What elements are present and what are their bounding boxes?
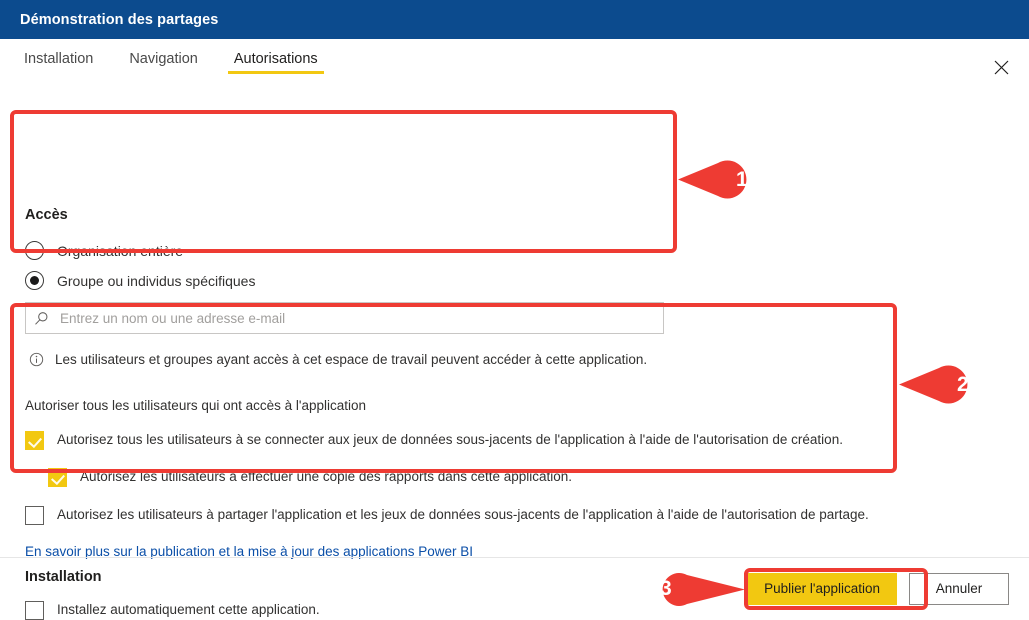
annotation-number-2: 2 (957, 373, 969, 396)
annotation-marker-1: 1 (678, 155, 770, 209)
checkbox-row-share-app[interactable]: Autorisez les utilisateurs à partager l'… (25, 505, 880, 525)
window-title-bar: Démonstration des partages (0, 0, 1029, 39)
annotation-marker-2: 2 (899, 360, 991, 414)
arrow-callout-icon (899, 365, 968, 404)
permissions-section: Autoriser tous les utilisateurs qui ont … (25, 398, 880, 561)
tab-installation[interactable]: Installation (22, 51, 95, 74)
tab-navigation[interactable]: Navigation (127, 51, 200, 74)
tab-autorisations[interactable]: Autorisations (227, 51, 324, 74)
arrow-callout-icon (678, 160, 747, 199)
publish-app-button[interactable]: Publier l'application (747, 572, 897, 605)
checkbox-label-copy-reports: Autorisez les utilisateurs à effectuer u… (80, 469, 573, 484)
radio-label-groupe: Groupe ou individus spécifiques (57, 272, 256, 289)
people-search-field[interactable]: Entrez un nom ou une adresse e-mail (25, 302, 664, 334)
radio-label-organisation: Organisation entière (57, 242, 184, 259)
footer-bar: Publier l'application Annuler (0, 558, 1029, 619)
access-info-line: Les utilisateurs et groupes ayant accès … (29, 352, 647, 367)
checkbox-icon-checked (48, 468, 67, 487)
checkbox-label-connect-datasets: Autorisez tous les utilisateurs à se con… (57, 432, 843, 447)
permissions-heading: Autoriser tous les utilisateurs qui ont … (25, 398, 367, 413)
radio-groupe-individus[interactable]: Groupe ou individus spécifiques (25, 271, 664, 290)
close-button[interactable] (985, 51, 1017, 83)
search-icon (35, 311, 48, 325)
checkbox-row-copy-reports[interactable]: Autorisez les utilisateurs à effectuer u… (48, 467, 880, 487)
annotation-number-1: 1 (736, 168, 748, 191)
cancel-button[interactable]: Annuler (909, 572, 1009, 605)
people-search-placeholder: Entrez un nom ou une adresse e-mail (60, 310, 286, 326)
tab-bar: Installation Navigation Autorisations (0, 39, 1029, 88)
window-title: Démonstration des partages (20, 11, 219, 28)
checkbox-icon-unchecked (25, 506, 44, 525)
radio-organisation-entiere[interactable]: Organisation entière (25, 241, 664, 260)
access-heading: Accès (25, 207, 68, 223)
checkbox-row-connect-datasets[interactable]: Autorisez tous les utilisateurs à se con… (25, 430, 880, 450)
radio-icon-checked (25, 271, 44, 290)
close-icon (994, 60, 1008, 74)
info-icon (29, 352, 44, 367)
radio-icon-unchecked (25, 241, 44, 260)
checkbox-label-share-app: Autorisez les utilisateurs à partager l'… (57, 507, 869, 522)
checkbox-icon-checked (25, 431, 44, 450)
access-section: Accès Organisation entière Groupe ou ind… (25, 207, 664, 334)
access-info-text: Les utilisateurs et groupes ayant accès … (55, 352, 648, 367)
